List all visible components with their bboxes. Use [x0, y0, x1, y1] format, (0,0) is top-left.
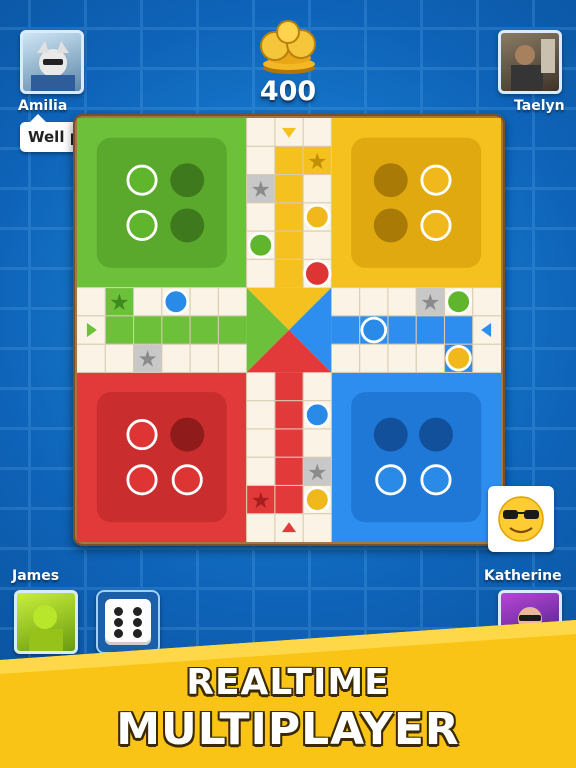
svg-text:★: ★ [420, 290, 440, 316]
player-name-top-left: Amilia [18, 98, 68, 114]
avatar-image [31, 41, 75, 91]
svg-text:★: ★ [109, 290, 129, 316]
player-name-top-right: Taelyn [514, 98, 565, 114]
player-name-bottom-left: James [12, 568, 60, 584]
svg-text:★: ★ [307, 149, 327, 175]
ludo-board: ★ ★ ★ ★ ★ ★ ★ ★ [73, 114, 505, 546]
player-name-bottom-right: Katherine [484, 568, 562, 584]
svg-text:★: ★ [251, 488, 271, 514]
sunglasses-emoji-icon [498, 496, 544, 542]
gold-coin-stack-icon [260, 20, 316, 74]
board-grid: ★ ★ ★ ★ ★ ★ ★ ★ [77, 118, 501, 542]
emote-box[interactable] [488, 486, 554, 552]
avatar-taelyn[interactable] [498, 30, 562, 94]
svg-text:★: ★ [307, 460, 327, 486]
avatar-amilia[interactable] [20, 30, 84, 94]
svg-text:★: ★ [138, 347, 158, 373]
svg-text:★: ★ [251, 177, 271, 203]
coin-balance: 400 [259, 76, 317, 107]
avatar-image [511, 39, 555, 91]
banner-line-2: MULTIPLAYER [116, 704, 460, 755]
banner-line-1: REALTIME [186, 662, 390, 703]
